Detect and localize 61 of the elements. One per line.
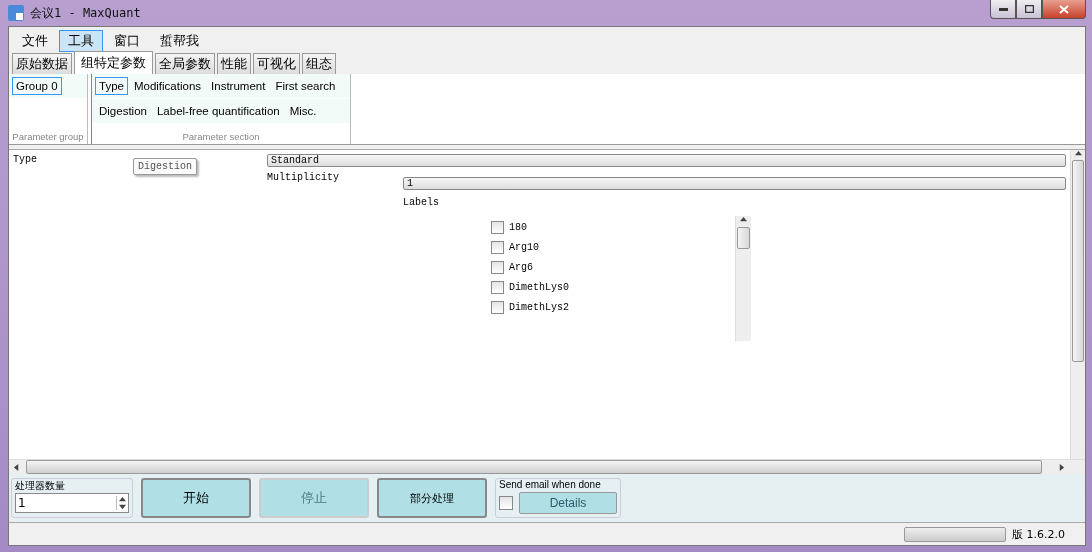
spin-down-icon[interactable]	[119, 503, 126, 510]
section-button[interactable]: Misc.	[285, 102, 321, 120]
section-button[interactable]: Modifications	[129, 77, 206, 95]
group-label: 处理器数量	[15, 479, 66, 493]
checkbox[interactable]	[491, 221, 504, 234]
field-label: Labels	[403, 197, 439, 208]
tab[interactable]: 可视化	[253, 53, 300, 74]
maximize-icon	[1024, 5, 1034, 13]
tab[interactable]: 全局参数	[155, 53, 215, 74]
window-title: 会议1 - MaxQuant	[30, 4, 141, 22]
close-button[interactable]	[1042, 0, 1086, 19]
scroll-up-icon[interactable]	[740, 216, 747, 223]
checkbox-label: Arg6	[509, 262, 533, 273]
section-button[interactable]: Label-free quantification	[152, 102, 284, 120]
scroll-right-icon[interactable]	[1058, 463, 1065, 471]
group-label: Send email when done	[499, 479, 602, 490]
checkbox[interactable]	[491, 301, 504, 314]
minimize-icon	[998, 7, 1008, 11]
version-text: 版 1.6.2.0	[1012, 526, 1065, 542]
menu-item[interactable]: 文件	[13, 30, 57, 52]
close-icon	[1059, 4, 1069, 14]
panel-caption: Parameter group	[11, 131, 85, 144]
checkbox[interactable]	[499, 496, 513, 510]
details-button[interactable]: Details	[519, 492, 617, 514]
field-label: Type	[13, 154, 37, 165]
checkbox-label: DimethLys2	[509, 302, 569, 313]
panel-caption: Parameter section	[181, 131, 261, 144]
checkbox[interactable]	[491, 241, 504, 254]
scroll-thumb[interactable]	[26, 460, 1042, 474]
menu-item[interactable]: 工具	[59, 30, 103, 52]
checkbox-label: DimethLys0	[509, 282, 569, 293]
tab[interactable]: 性能	[217, 53, 251, 74]
menu-item[interactable]: 窗口	[105, 30, 149, 52]
type-dropdown[interactable]: Standard	[267, 154, 1066, 167]
menu-item[interactable]: 蜇帮我	[151, 30, 208, 52]
tab[interactable]: 组特定参数	[74, 51, 153, 74]
maximize-button[interactable]	[1016, 0, 1042, 19]
app-icon	[8, 5, 24, 21]
digestion-button[interactable]: Digestion	[133, 158, 198, 175]
tab[interactable]: 原始数据	[12, 53, 72, 74]
scroll-up-icon[interactable]	[1074, 150, 1082, 157]
field-label: Multiplicity	[267, 172, 340, 183]
checkbox-label: 180	[509, 222, 527, 233]
scroll-thumb[interactable]	[737, 227, 750, 249]
scroll-thumb[interactable]	[1072, 160, 1084, 362]
checkbox-label: Arg10	[509, 242, 539, 253]
tab[interactable]: 组态	[302, 53, 336, 74]
processor-count-field[interactable]: 1	[15, 493, 129, 513]
spin-up-icon[interactable]	[119, 496, 126, 503]
checkbox[interactable]	[491, 261, 504, 274]
multiplicity-dropdown[interactable]: 1	[403, 177, 1066, 190]
group-button[interactable]: Group 0	[12, 77, 62, 95]
checkbox[interactable]	[491, 281, 504, 294]
section-button[interactable]: Digestion	[95, 102, 151, 120]
section-button[interactable]: Instrument	[207, 77, 270, 95]
action-button[interactable]: 部分处理	[377, 478, 487, 518]
minimize-button[interactable]	[990, 0, 1016, 19]
action-button[interactable]: 开始	[141, 478, 251, 518]
section-button[interactable]: First search	[271, 77, 340, 95]
scroll-left-icon[interactable]	[13, 463, 20, 471]
section-button[interactable]: Type	[95, 77, 128, 95]
